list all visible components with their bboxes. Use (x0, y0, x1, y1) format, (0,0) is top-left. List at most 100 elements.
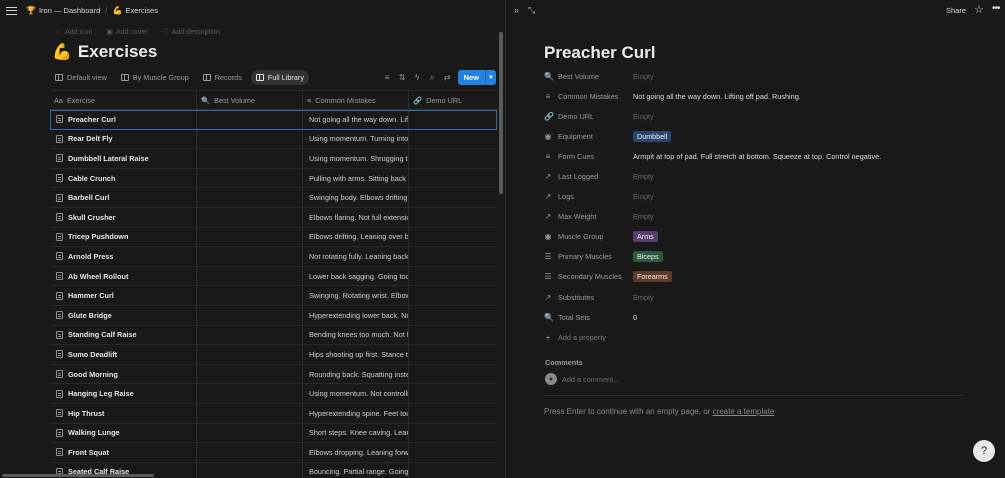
cell-exercise[interactable]: Hip Thrust (50, 403, 197, 423)
table-row[interactable]: Walking Lunge Short steps. Knee caving. L… (50, 423, 497, 444)
cell-best-volume[interactable] (197, 149, 303, 168)
sort-icon[interactable]: ⇅ (398, 73, 407, 82)
search-icon[interactable]: ⌕ (428, 73, 437, 83)
add-property-button[interactable]: + Add a property (544, 327, 964, 347)
cell-exercise[interactable]: Tricep Pushdown (50, 227, 197, 247)
property-value[interactable]: Empty (633, 212, 654, 221)
cell-demo-url[interactable] (409, 169, 497, 188)
property-name[interactable]: ↗ Max Weight (544, 212, 633, 221)
cell-demo-url[interactable] (409, 110, 497, 129)
property-value[interactable]: Empty (633, 72, 654, 81)
cell-best-volume[interactable] (197, 266, 303, 286)
table-row[interactable]: Cable Crunch Pulling with arms. Sitting b… (50, 168, 497, 189)
cell-common-mistakes[interactable]: Using momentum. Shrugging traps. (303, 149, 409, 168)
cell-best-volume[interactable] (197, 345, 303, 364)
settings-icon[interactable]: ⇄ (443, 73, 452, 82)
cell-exercise[interactable]: Preacher Curl (50, 110, 197, 129)
cell-exercise[interactable]: Front Squat (50, 443, 197, 462)
property-value[interactable]: Arms (633, 231, 658, 243)
cell-best-volume[interactable] (197, 168, 303, 188)
filter-icon[interactable]: ≡ (383, 73, 392, 82)
cell-demo-url[interactable] (409, 228, 497, 247)
cell-common-mistakes[interactable]: Swinging body. Elbows drifting forward. (303, 188, 409, 207)
column-header-best-volume[interactable]: 🔍 Best Volume (197, 91, 303, 109)
property-value[interactable]: Not going all the way down. Lifting off … (633, 92, 801, 101)
table-row[interactable]: Barbell Curl Swinging body. Elbows drifti… (50, 188, 497, 208)
cell-demo-url[interactable] (409, 267, 497, 286)
property-name[interactable]: ☰ Primary Muscles (544, 252, 633, 261)
cell-common-mistakes[interactable]: Elbows dropping. Leaning forward. (303, 443, 409, 462)
help-icon[interactable]: ? (973, 440, 995, 462)
detail-title[interactable]: Preacher Curl (544, 43, 656, 63)
cell-common-mistakes[interactable]: Elbows drifting. Leaning over bar. (303, 227, 409, 247)
cell-best-volume[interactable] (197, 462, 303, 478)
star-icon[interactable]: ☆ (974, 3, 984, 16)
table-row[interactable]: Hanging Leg Raise Using momentum. Not con… (50, 384, 497, 404)
cell-demo-url[interactable] (409, 384, 497, 403)
table-row[interactable]: Dumbbell Lateral Raise Using momentum. Sh… (50, 149, 497, 169)
close-panel-icon[interactable]: » (514, 5, 519, 15)
cell-exercise[interactable]: Hammer Curl (50, 286, 197, 305)
cell-best-volume[interactable] (197, 443, 303, 462)
property-value[interactable]: 0 (633, 313, 637, 322)
cell-best-volume[interactable] (197, 384, 303, 403)
column-header-common-mistakes[interactable]: ≡ Common Mistakes (303, 91, 409, 109)
cell-common-mistakes[interactable]: Not rotating fully. Leaning back. (303, 247, 409, 266)
vertical-scrollbar[interactable] (499, 32, 503, 194)
column-header-demo-url[interactable]: 🔗 Demo URL (409, 91, 497, 109)
cell-common-mistakes[interactable]: Hips shooting up first. Stance too wide. (303, 345, 409, 364)
add-description-button[interactable]: ⓘ Add description (162, 27, 220, 37)
cell-demo-url[interactable] (409, 345, 497, 364)
property-name[interactable]: 🔍 Total Sets (544, 313, 633, 322)
property-value[interactable]: Forearms (633, 271, 672, 283)
cell-common-mistakes[interactable]: Elbows flaring. Not full extension. (303, 207, 409, 227)
table-row[interactable]: Preacher Curl Not going all the way down.… (50, 110, 497, 130)
share-button[interactable]: Share (946, 6, 966, 15)
comment-input[interactable]: Add a comment... (562, 375, 619, 384)
cell-best-volume[interactable] (197, 110, 303, 129)
cell-exercise[interactable]: Glute Bridge (50, 305, 197, 325)
cell-common-mistakes[interactable]: Rounding back. Squatting instead of hing… (303, 364, 409, 384)
create-template-link[interactable]: create a template (713, 407, 775, 416)
cell-demo-url[interactable] (409, 424, 497, 443)
table-row[interactable]: Glute Bridge Hyperextending lower back. N… (50, 305, 497, 326)
add-cover-button[interactable]: ▣ Add cover (106, 27, 147, 37)
cell-best-volume[interactable] (197, 188, 303, 207)
cell-demo-url[interactable] (409, 247, 497, 266)
cell-best-volume[interactable] (197, 364, 303, 384)
property-value[interactable]: Empty (633, 172, 654, 181)
cell-exercise[interactable]: Cable Crunch (50, 168, 197, 188)
cell-demo-url[interactable] (409, 286, 497, 305)
property-value[interactable]: Biceps (633, 251, 663, 263)
table-row[interactable]: Rear Delt Fly Using momentum. Turning int… (50, 129, 497, 150)
property-value[interactable]: Armpit at top of pad. Full stretch at bo… (633, 152, 881, 161)
cell-common-mistakes[interactable]: Bending knees too much. Not full range. (303, 325, 409, 345)
cell-best-volume[interactable] (197, 286, 303, 305)
tab-default-view[interactable]: Default view (50, 70, 112, 85)
cell-best-volume[interactable] (197, 403, 303, 423)
tab-by-muscle-group[interactable]: By Muscle Group (116, 70, 194, 85)
cell-common-mistakes[interactable]: Short steps. Knee caving. Leaning forwar… (303, 423, 409, 443)
table-row[interactable]: Hammer Curl Swinging. Rotating wrist. Elb… (50, 286, 497, 306)
cell-exercise[interactable]: Dumbbell Lateral Raise (50, 149, 197, 168)
cell-best-volume[interactable] (197, 247, 303, 266)
cell-demo-url[interactable] (409, 130, 497, 149)
cell-demo-url[interactable] (409, 404, 497, 423)
table-row[interactable]: Standing Calf Raise Bending knees too muc… (50, 325, 497, 346)
property-name[interactable]: 🔍 Best Volume (544, 72, 633, 81)
cell-best-volume[interactable] (197, 129, 303, 149)
cell-best-volume[interactable] (197, 423, 303, 443)
property-name[interactable]: ◉ Muscle Group (544, 232, 633, 241)
table-row[interactable]: Hip Thrust Hyperextending spine. Feet too… (50, 403, 497, 424)
cell-exercise[interactable]: Rear Delt Fly (50, 129, 197, 149)
cell-exercise[interactable]: Barbell Curl (50, 188, 197, 207)
cell-common-mistakes[interactable]: Using momentum. Turning into a row. (303, 129, 409, 149)
property-name[interactable]: ↗ Last Logged (544, 172, 633, 181)
cell-exercise[interactable]: Hanging Leg Raise (50, 384, 197, 403)
cell-best-volume[interactable] (197, 305, 303, 325)
property-name[interactable]: ◉ Equipment (544, 132, 633, 141)
automation-icon[interactable]: ϟ (413, 73, 422, 82)
cell-best-volume[interactable] (197, 207, 303, 227)
cell-common-mistakes[interactable]: Lower back sagging. Going too far. (303, 266, 409, 286)
breadcrumb-item-exercises[interactable]: 💪 Exercises (113, 6, 158, 15)
